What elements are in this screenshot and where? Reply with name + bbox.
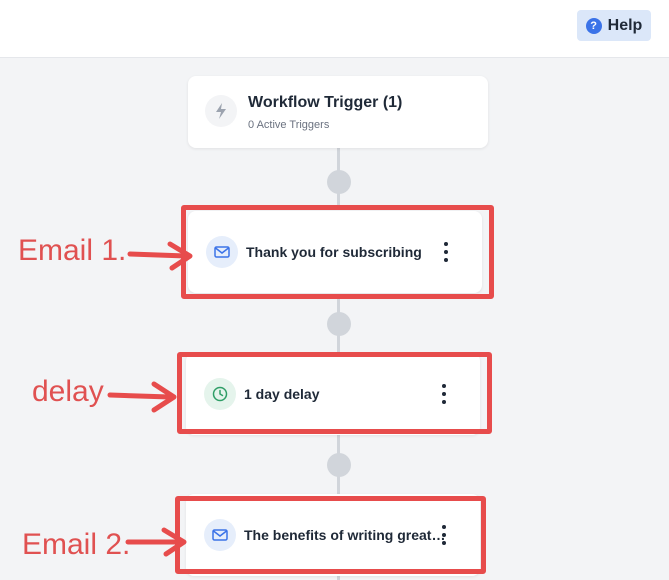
add-step-dot[interactable] [327,170,351,194]
help-label: Help [607,16,643,34]
more-options-icon[interactable] [438,525,450,545]
more-options-icon[interactable] [438,384,450,404]
annotation-label-email-2: Email 2. [22,528,131,561]
annotation-label-delay: delay [32,375,104,408]
annotation-arrow-icon [125,527,187,557]
more-options-icon[interactable] [440,242,452,262]
step-label: The benefits of writing great content [244,527,446,543]
question-circle-icon: ? [585,17,602,34]
trigger-subtitle: 0 Active Triggers [248,119,330,131]
workflow-step-email-1[interactable]: Thank you for subscribing [188,211,482,293]
add-step-dot[interactable] [327,453,351,477]
workflow-step-delay[interactable]: 1 day delay [186,353,480,435]
add-step-dot[interactable] [327,312,351,336]
clock-icon [204,378,236,410]
lightning-icon [205,95,237,127]
step-label: 1 day delay [244,386,320,402]
annotation-arrow-icon [127,241,193,271]
mail-icon [204,519,236,551]
annotation-arrow-icon [107,381,177,413]
trigger-title: Workflow Trigger (1) [248,94,403,111]
top-bar: ? Help [0,0,669,58]
mail-icon [206,236,238,268]
help-button[interactable]: ? Help [577,10,651,41]
workflow-trigger-card[interactable]: Workflow Trigger (1) 0 Active Triggers [188,76,488,148]
annotation-label-email-1: Email 1. [18,234,127,267]
step-label: Thank you for subscribing [246,244,422,260]
workflow-step-email-2[interactable]: The benefits of writing great content [186,494,480,576]
